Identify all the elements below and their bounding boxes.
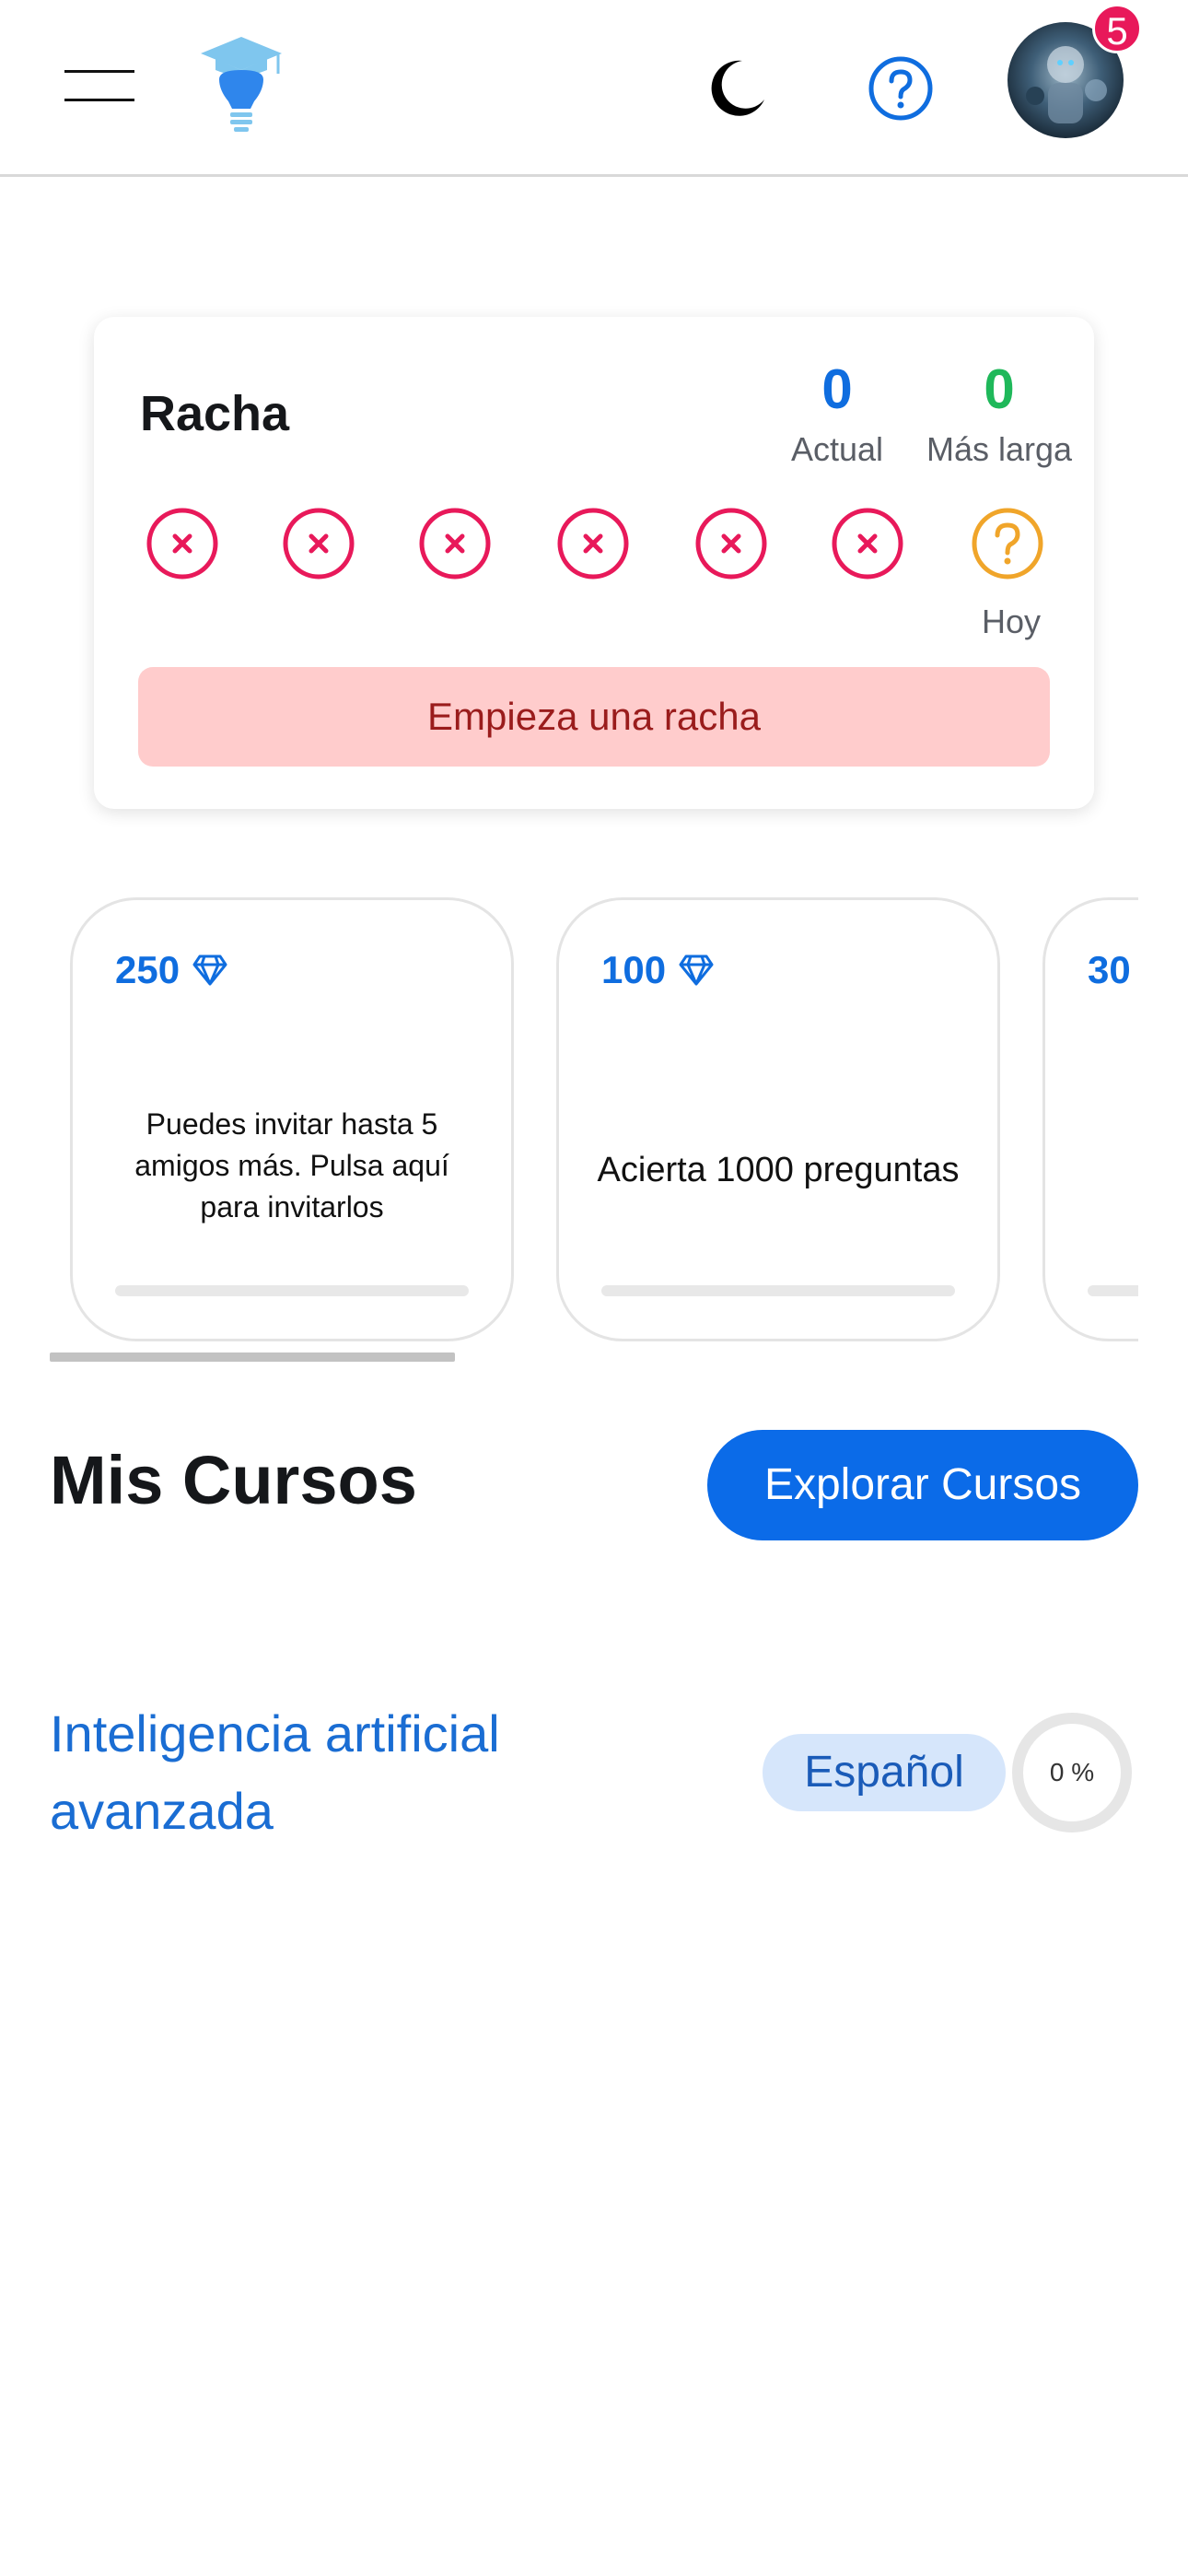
help-icon[interactable] — [866, 53, 936, 123]
achievement-card[interactable]: 250 Puedes invitar hasta 5 amigos más. P… — [70, 897, 514, 1341]
streak-title: Racha — [140, 386, 290, 441]
missed-day-icon — [557, 508, 629, 580]
course-title-link[interactable]: Inteligencia artificial avanzada — [50, 1695, 713, 1850]
explore-courses-button[interactable]: Explorar Cursos — [707, 1430, 1138, 1540]
achievement-progress-bar — [601, 1285, 955, 1296]
longest-streak: 0 Más larga — [884, 357, 1114, 472]
start-streak-button[interactable]: Empieza una racha — [138, 667, 1050, 767]
longest-streak-value: 0 — [984, 358, 1015, 420]
streak-card: Racha 0 Actual 0 Más larga Hoy Empieza u… — [94, 317, 1094, 809]
achievements-carousel[interactable]: 250 Puedes invitar hasta 5 amigos más. P… — [0, 894, 1138, 1354]
my-courses-title: Mis Cursos — [50, 1442, 417, 1518]
language-tag: Español — [763, 1734, 1006, 1811]
achievement-text — [1082, 900, 1138, 1283]
achievement-text: Acierta 1000 preguntas — [597, 1151, 960, 1189]
missed-day-icon — [146, 508, 218, 580]
moon-icon[interactable] — [700, 53, 770, 123]
logo-bulb-graduation-icon — [201, 37, 282, 132]
carousel-scrollbar[interactable] — [50, 1352, 455, 1362]
achievement-card[interactable]: 30 — [1042, 897, 1138, 1341]
today-label: Hoy — [981, 603, 1042, 640]
achievement-progress-bar — [115, 1285, 469, 1296]
achievement-text: Puedes invitar hasta 5 amigos más. Pulsa… — [134, 1107, 449, 1224]
missed-day-icon — [832, 508, 903, 580]
longest-streak-label: Más larga — [926, 430, 1073, 468]
today-question-icon — [972, 508, 1043, 580]
menu-icon[interactable] — [64, 70, 134, 103]
course-progress-label: 0 % — [1049, 1758, 1095, 1786]
notification-badge: 5 — [1092, 4, 1142, 53]
missed-day-icon — [695, 508, 767, 580]
top-bar: 5 — [0, 0, 1188, 177]
achievement-progress-bar — [1088, 1285, 1138, 1296]
missed-day-icon — [283, 508, 355, 580]
missed-day-icon — [419, 508, 491, 580]
achievement-card[interactable]: 100 Acierta 1000 preguntas — [556, 897, 1000, 1341]
